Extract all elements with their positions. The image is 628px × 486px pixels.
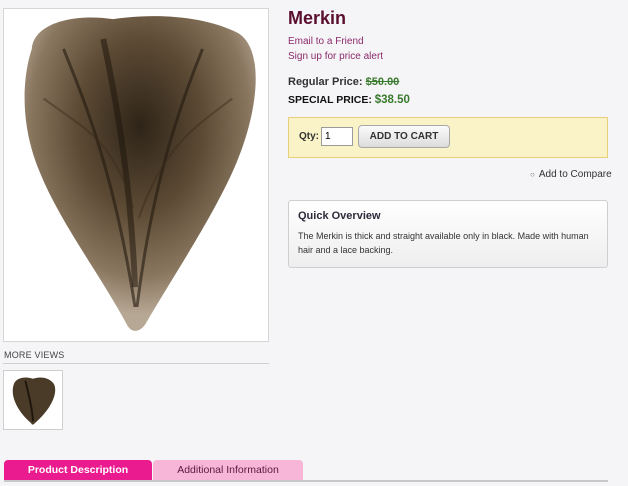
thumbnail-photo [12,377,56,425]
regular-price-label: Regular Price: [288,76,363,88]
add-to-cart-button[interactable]: ADD TO CART [358,125,450,148]
divider [3,363,269,364]
product-thumbnail[interactable] [3,370,63,430]
tab-product-description[interactable]: Product Description [4,460,152,481]
regular-price-value: $50.00 [365,76,400,88]
product-title: Merkin [288,8,347,28]
email-friend-link[interactable]: Email to a Friend [288,36,364,47]
tab-additional-information[interactable]: Additional Information [153,460,303,481]
qty-label: Qty: [299,131,319,142]
quick-overview-text: The Merkin is thick and straight availab… [298,231,589,255]
add-to-cart-box: Qty: ADD TO CART [288,117,608,158]
product-main-image[interactable] [3,8,269,342]
more-views-label: MORE VIEWS [4,350,65,360]
special-price-row: SPECIAL PRICE: $38.50 [288,94,410,106]
add-to-compare-link[interactable]: ○ Add to Compare [530,169,612,180]
bullet-icon: ○ [530,170,535,179]
quick-overview-panel: Quick Overview The Merkin is thick and s… [288,200,608,268]
product-photo [24,16,256,331]
special-price-value: $38.50 [374,94,410,106]
regular-price-row: Regular Price: $50.00 [288,76,399,88]
quick-overview-title: Quick Overview [298,210,381,222]
add-to-compare-label: Add to Compare [538,169,612,180]
tab-baseline [4,480,608,482]
price-alert-link[interactable]: Sign up for price alert [288,51,383,62]
qty-input[interactable] [321,127,353,146]
special-price-label: SPECIAL PRICE: [288,94,372,106]
